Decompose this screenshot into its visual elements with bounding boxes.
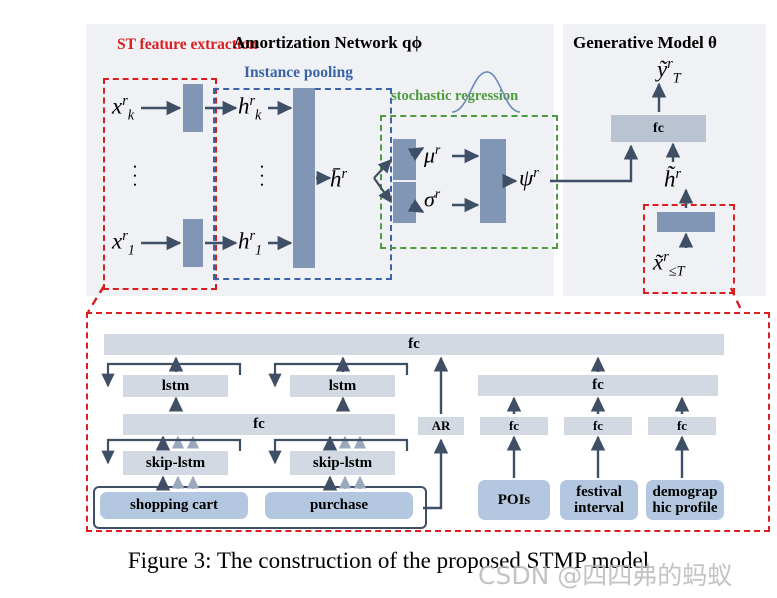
- fc-block-top: fc: [104, 334, 724, 355]
- fc-block-festival: fc: [564, 417, 632, 435]
- vertical-ellipsis-h: • • •: [260, 162, 264, 190]
- label-stochastic-regression: stochastic regression: [391, 88, 519, 104]
- input-pois: POIs: [478, 480, 550, 520]
- math-label-x-tilde-leq-T: x̃r≤T: [653, 249, 685, 280]
- skip-lstm-block-purchase: skip-lstm: [290, 451, 395, 475]
- math-label-h-1: hr1: [238, 228, 263, 259]
- fc-block-demographic: fc: [648, 417, 716, 435]
- math-label-y-tilde-T: ỹrT: [657, 56, 681, 87]
- fc-block-generative: fc: [611, 115, 706, 142]
- watermark-text: CSDN @四四弗的蚂蚁: [478, 561, 733, 590]
- math-label-x-k: xrk: [112, 93, 135, 124]
- mu-block: [393, 139, 416, 180]
- label-st-feature-extraction: ST feature extraction: [117, 36, 258, 53]
- ar-block: AR: [418, 417, 464, 435]
- lstm-block-cart: lstm: [123, 375, 228, 397]
- input-festival-interval: festival interval: [560, 480, 638, 520]
- math-label-x-1: xr1: [112, 228, 135, 259]
- skip-lstm-block-cart: skip-lstm: [123, 451, 228, 475]
- x-tilde-encoder-block: [657, 212, 715, 232]
- figure-root: ST feature extraction Amortization Netwo…: [0, 0, 777, 598]
- math-label-mu: μr: [424, 142, 441, 168]
- math-label-h-tilde: h̃r: [664, 166, 682, 192]
- math-label-h-k: hrk: [238, 93, 262, 124]
- input-demographic-profile: demograp hic profile: [646, 480, 724, 520]
- math-label-psi: ψr: [519, 165, 539, 191]
- input-shopping-cart: shopping cart: [100, 492, 248, 519]
- math-label-sigma: σr: [424, 186, 441, 212]
- input-purchase: purchase: [265, 492, 413, 519]
- panel-title-amortization: Amortization Network qϕ: [233, 33, 423, 52]
- fc-block-right: fc: [478, 375, 718, 396]
- psi-block: [480, 139, 506, 223]
- label-instance-pooling: Instance pooling: [244, 64, 353, 81]
- fc-block-pois: fc: [480, 417, 548, 435]
- sigma-block: [393, 182, 416, 223]
- lstm-block-purchase: lstm: [290, 375, 395, 397]
- fc-block-mid: fc: [123, 414, 395, 435]
- encoder-block-xk: [183, 84, 203, 132]
- panel-title-generative: Generative Model θ: [573, 33, 717, 52]
- math-label-h-bar: h̄r: [330, 166, 348, 192]
- vertical-ellipsis-x: • • •: [133, 162, 137, 190]
- pooling-block: [293, 88, 315, 268]
- encoder-block-x1: [183, 219, 203, 267]
